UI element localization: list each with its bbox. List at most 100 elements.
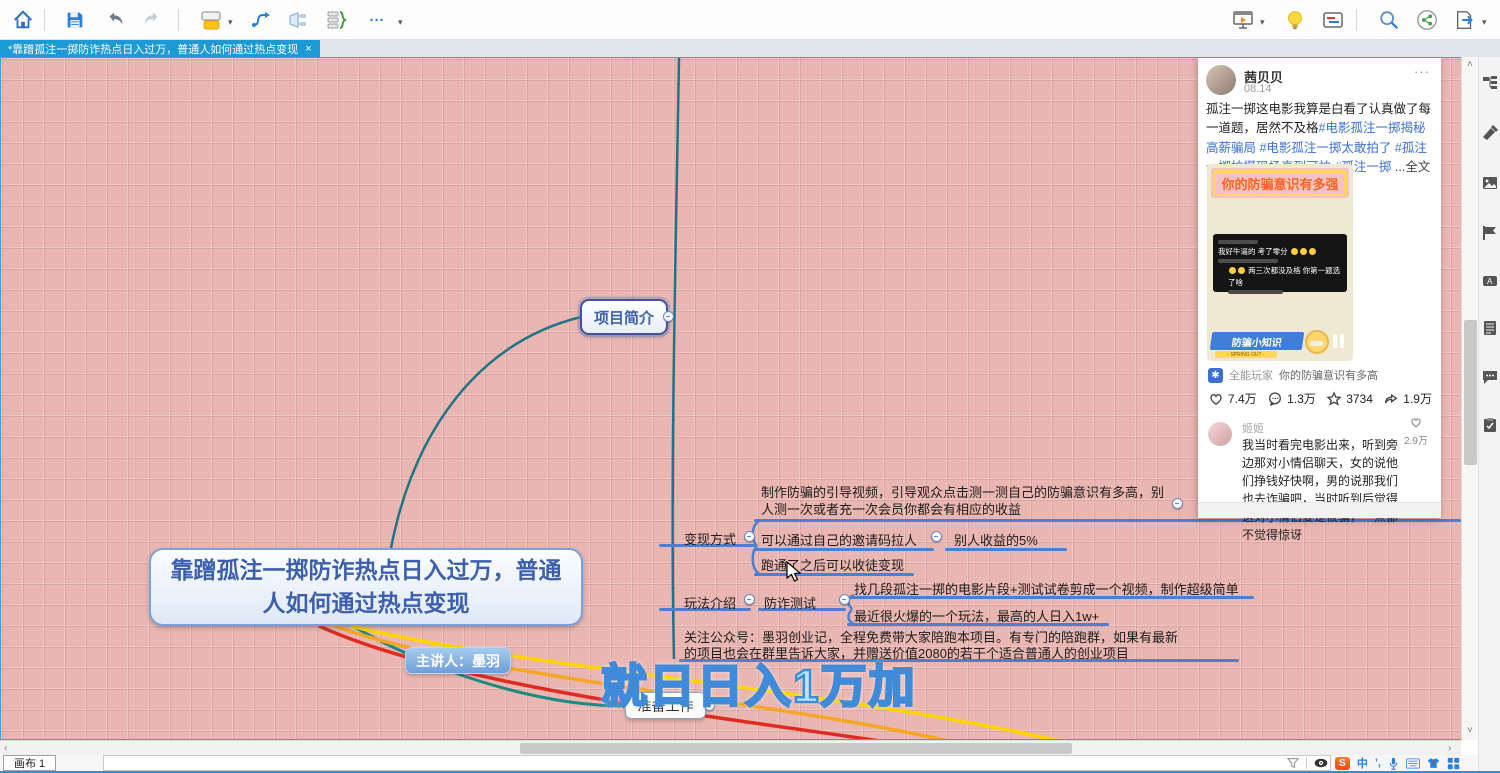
- ime-punctuation-mode[interactable]: ’,: [1375, 757, 1381, 769]
- image-icon[interactable]: [1482, 175, 1498, 191]
- keyboard-icon[interactable]: [1406, 758, 1420, 769]
- topic-caret-icon[interactable]: ▾: [228, 17, 233, 28]
- branch-play-child[interactable]: 防诈测试: [764, 593, 816, 612]
- microphone-icon[interactable]: [1388, 757, 1399, 770]
- structure-icon[interactable]: [1482, 75, 1498, 91]
- comment-stat[interactable]: 1.3万: [1267, 390, 1316, 407]
- comment-like-count: 2.9万: [1404, 432, 1428, 447]
- horizontal-scroll-thumb[interactable]: [520, 743, 1072, 754]
- sticker-label-icon[interactable]: A: [1482, 273, 1498, 289]
- more-icon: ···: [370, 12, 385, 29]
- branch-play-sub1[interactable]: 找几段孤注一掷的电影片段+测试试卷剪成一个视频，制作超级简单: [854, 579, 1239, 598]
- home-icon: [12, 9, 34, 31]
- export-caret-icon[interactable]: ▾: [1482, 17, 1487, 28]
- toolbox-grid-icon[interactable]: [1447, 757, 1460, 770]
- branch-play-label[interactable]: 玩法介绍: [684, 593, 736, 612]
- branch-monetize-child3[interactable]: 跑通了之后可以收徒变现: [761, 555, 904, 574]
- branch-monetize-child1[interactable]: 制作防骗的引导视频，引导观众点击测一测自己的防骗意识有多高，别人测一次或者充一次…: [761, 485, 1176, 518]
- presenter-node[interactable]: 主讲人：墨羽: [405, 647, 511, 674]
- collapse-handle[interactable]: [931, 531, 942, 542]
- document-tab[interactable]: *靠蹭孤注一掷防诈热点日入过万，普通人如何通过热点变现 ×: [0, 40, 320, 57]
- redo-button[interactable]: [137, 5, 167, 35]
- favorite-stat[interactable]: 3734: [1326, 391, 1373, 407]
- main-toolbar: ▾ ··· ▾ ▾ ▾: [0, 0, 1500, 40]
- like-stat[interactable]: 7.4万: [1208, 390, 1257, 407]
- note-button[interactable]: [1318, 5, 1348, 35]
- collapse-handle[interactable]: [663, 311, 674, 322]
- more-caret-icon[interactable]: ▾: [398, 17, 403, 28]
- pause-icon[interactable]: [1333, 334, 1347, 348]
- ime-chinese-mode[interactable]: 中: [1357, 755, 1368, 771]
- right-sidebar: A: [1478, 57, 1500, 771]
- summary-icon: [325, 8, 349, 32]
- export-button[interactable]: [1450, 5, 1480, 35]
- post-author-avatar[interactable]: [1206, 65, 1236, 95]
- toolbar-separator: [44, 9, 45, 31]
- topic-button[interactable]: [196, 5, 226, 35]
- toolbar-separator: [1356, 9, 1357, 31]
- document-tab-title: *靠蹭孤注一掷防诈热点日入过万，普通人如何通过热点变现: [8, 41, 298, 57]
- scroll-down-icon[interactable]: ˅: [1467, 725, 1473, 736]
- collapse-handle[interactable]: [839, 594, 850, 605]
- post-fulltext-link[interactable]: ...全文: [1391, 160, 1430, 174]
- task-clipboard-icon[interactable]: [1482, 417, 1498, 433]
- intro-topic-node[interactable]: 项目简介: [580, 299, 668, 335]
- tab-close-icon[interactable]: ×: [305, 43, 311, 55]
- mindmap-canvas[interactable]: 变现方式 制作防骗的引导视频，引导观众点击测一测自己的防骗意识有多高，别人测一次…: [0, 57, 1461, 740]
- relationship-icon: [249, 8, 273, 32]
- comment-meta-bar: [1228, 290, 1283, 294]
- idea-button[interactable]: [1280, 5, 1310, 35]
- post-more-icon[interactable]: ···: [1414, 64, 1430, 79]
- idea-icon: [1284, 9, 1306, 31]
- commenter-avatar[interactable]: [1208, 422, 1232, 446]
- video-comment1: 我好牛逼的 考了零分: [1218, 246, 1342, 257]
- undo-icon: [104, 9, 126, 31]
- presentation-caret-icon[interactable]: ▾: [1260, 17, 1265, 28]
- skin-tshirt-icon[interactable]: [1427, 757, 1440, 769]
- post-date: 08.14: [1244, 83, 1272, 95]
- search-button[interactable]: [1374, 5, 1404, 35]
- share-button[interactable]: [1412, 5, 1442, 35]
- eye-icon[interactable]: [1314, 758, 1328, 768]
- sogou-logo-icon[interactable]: S: [1335, 757, 1350, 770]
- share-stat[interactable]: 1.9万: [1383, 390, 1432, 407]
- branch-play-sub2[interactable]: 最近很火爆的一个玩法，最高的人日入1w+: [854, 606, 1099, 625]
- theme-brush-icon[interactable]: [1482, 125, 1498, 141]
- scroll-up-icon[interactable]: ˄: [1467, 59, 1473, 70]
- status-field[interactable]: [103, 755, 1331, 771]
- canvas-tab[interactable]: 画布 1: [3, 755, 56, 771]
- video-tag-row[interactable]: ✱ 全能玩家 你的防骗意识有多高: [1208, 367, 1434, 383]
- vertical-scroll-thumb[interactable]: [1464, 320, 1477, 465]
- scroll-left-icon[interactable]: ‹: [4, 743, 7, 754]
- relationship-button[interactable]: [246, 5, 276, 35]
- collapse-handle[interactable]: [744, 531, 755, 542]
- presentation-button[interactable]: [1228, 5, 1258, 35]
- branch-monetize-child2-sub[interactable]: 别人收益的5%: [954, 530, 1038, 549]
- marker-flag-icon[interactable]: [1482, 225, 1498, 241]
- status-bar: 画布 1 S 中 ’,: [0, 755, 1478, 771]
- comment-meta-bar: [1218, 240, 1258, 244]
- tray-separator: [1306, 757, 1307, 769]
- undo-button[interactable]: [100, 5, 130, 35]
- scroll-right-icon[interactable]: ›: [1448, 743, 1451, 754]
- post-video-thumbnail[interactable]: 你的防骗意识有多强 我好牛逼的 考了零分 两三次都没及格 你第一题选了啥 防骗小…: [1207, 164, 1353, 361]
- commenter-name[interactable]: 姬姬: [1242, 420, 1264, 436]
- comment-bubble-icon[interactable]: [1482, 369, 1498, 385]
- branch-monetize-label[interactable]: 变现方式: [684, 529, 736, 548]
- branch-monetize-child2[interactable]: 可以通过自己的邀请码拉人: [761, 530, 917, 549]
- game-badge-icon: ✱: [1208, 368, 1223, 383]
- summary-button[interactable]: [322, 5, 352, 35]
- boundary-button[interactable]: [283, 5, 313, 35]
- comment-like[interactable]: 2.9万: [1404, 416, 1428, 447]
- collapse-handle[interactable]: [1172, 498, 1183, 509]
- vertical-scrollbar[interactable]: ˄ ˅: [1461, 57, 1478, 740]
- home-button[interactable]: [8, 5, 38, 35]
- more-tools-button[interactable]: ···: [362, 5, 392, 35]
- horizontal-scrollbar[interactable]: ‹ ›: [0, 740, 1461, 755]
- root-topic-node[interactable]: 靠蹭孤注一掷防诈热点日入过万，普通人如何通过热点变现: [149, 548, 583, 626]
- collapse-handle[interactable]: [744, 594, 755, 605]
- save-button[interactable]: [60, 5, 90, 35]
- filter-funnel-icon[interactable]: [1287, 757, 1299, 769]
- notes-icon[interactable]: [1482, 320, 1498, 336]
- video-banner: 你的防骗意识有多强: [1211, 168, 1349, 198]
